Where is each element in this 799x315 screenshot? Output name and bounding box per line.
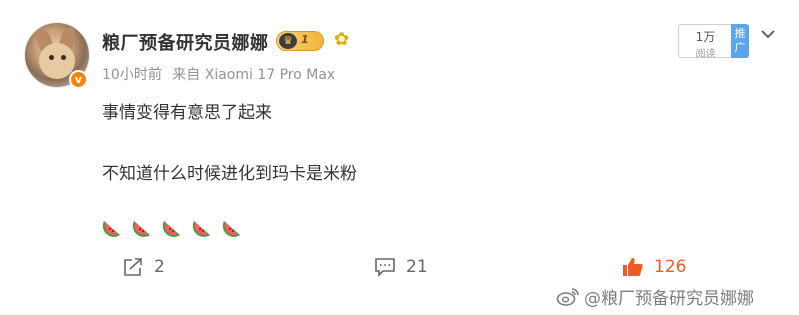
- watermelon-icon: [102, 220, 120, 237]
- verified-icon: v: [69, 70, 88, 89]
- watermelon-icon: [163, 220, 181, 237]
- watermelon-icon: [193, 220, 211, 237]
- sunflower-icon: ✿: [334, 29, 350, 50]
- emoji-row: [102, 216, 247, 237]
- post-time[interactable]: 10小时前: [102, 67, 162, 83]
- like-icon: [623, 258, 643, 276]
- read-count: 1万: [695, 30, 716, 44]
- post-content-line1: 事情变得有意思了起来: [102, 103, 272, 123]
- post-source: 来自 Xiaomi 17 Pro Max: [172, 67, 336, 83]
- vip-badge[interactable]: ♛ 1: [276, 31, 324, 51]
- watermelon-icon: [223, 220, 241, 237]
- vip-level: 1: [301, 33, 309, 46]
- like-count: 126: [654, 257, 687, 277]
- like-button[interactable]: 126: [622, 256, 686, 278]
- avatar-eye-left: [49, 55, 54, 60]
- username[interactable]: 粮厂预备研究员娜娜: [102, 29, 269, 55]
- promote-button[interactable]: 推广: [731, 24, 749, 58]
- weibo-logo-icon: [556, 287, 579, 306]
- post-meta: 10小时前 来自 Xiaomi 17 Pro Max: [102, 64, 341, 84]
- avatar-eye-right: [61, 55, 66, 60]
- watermark: @粮厂预备研究员娜娜: [556, 284, 754, 309]
- chevron-down-icon[interactable]: [760, 26, 776, 42]
- share-icon: [124, 258, 142, 276]
- comment-icon: [375, 258, 395, 277]
- post-content-line2: 不知道什么时候进化到玛卡是米粉: [102, 164, 357, 184]
- watermelon-icon: [132, 220, 151, 237]
- crown-icon: ♛: [279, 33, 297, 49]
- comment-button[interactable]: 21: [374, 256, 428, 278]
- read-label: 阅读: [695, 49, 716, 60]
- watermark-text: @粮厂预备研究员娜娜: [584, 289, 754, 309]
- share-count: 2: [154, 257, 165, 277]
- share-button[interactable]: 2: [122, 256, 165, 278]
- comment-count: 21: [406, 257, 428, 277]
- read-count-box: 1万 阅读: [678, 24, 732, 60]
